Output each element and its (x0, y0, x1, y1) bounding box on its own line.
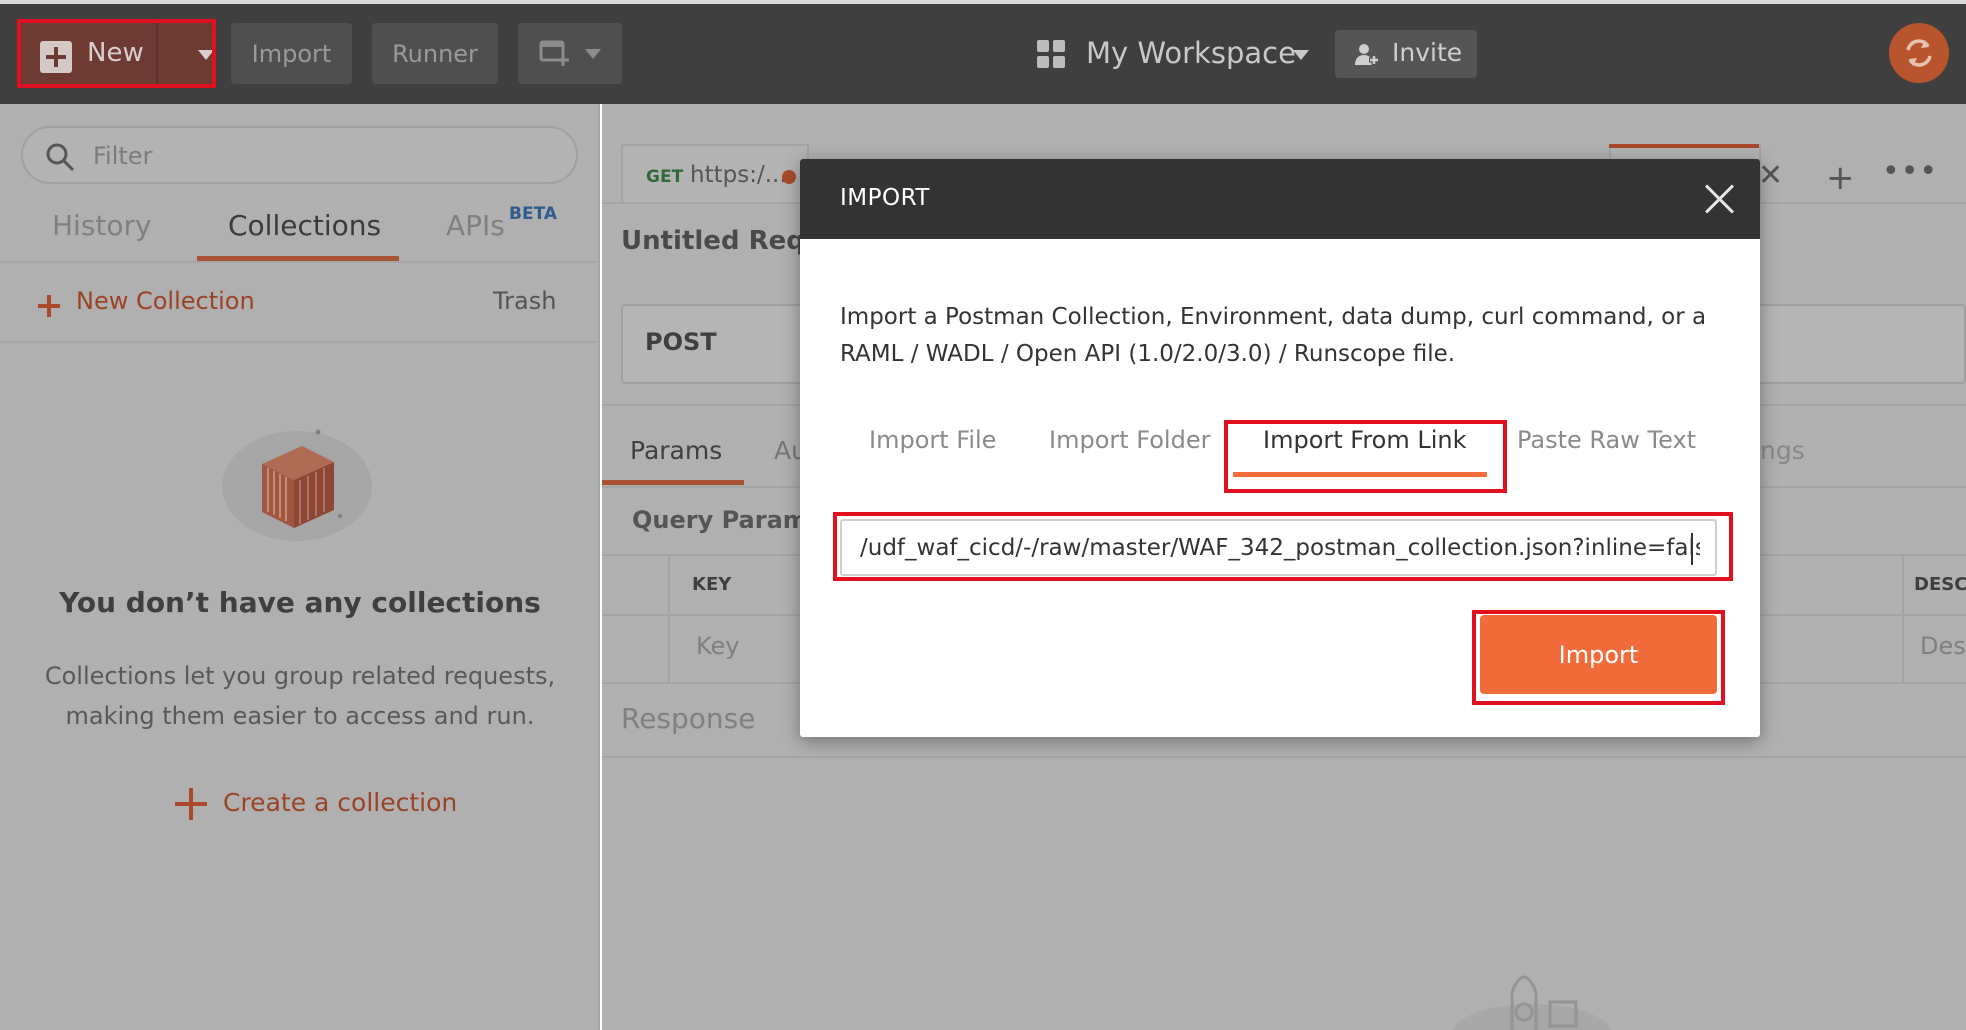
window-top-edge (0, 0, 1966, 4)
divider (0, 341, 600, 343)
dialog-header: IMPORT (800, 159, 1760, 239)
more-options-icon[interactable]: ••• (1882, 154, 1938, 189)
description-column-header: DESC (1914, 574, 1966, 595)
filter-input[interactable] (93, 138, 553, 174)
close-icon[interactable] (1703, 182, 1737, 216)
create-collection-label: Create a collection (223, 788, 458, 817)
table-border (668, 554, 670, 684)
import-button[interactable]: Import (231, 23, 352, 84)
plus-icon (38, 295, 60, 317)
new-window-icon (539, 40, 569, 66)
trash-button[interactable]: Trash (493, 287, 556, 315)
divider (0, 261, 600, 263)
add-tab-icon[interactable]: + (1826, 158, 1855, 198)
active-request-tab-indicator (1609, 144, 1759, 148)
tab-import-folder[interactable]: Import Folder (1049, 426, 1210, 454)
plus-icon (175, 788, 207, 820)
tab-apis[interactable]: APIs (446, 209, 505, 242)
divider (602, 756, 1966, 758)
highlight-url-field (833, 512, 1733, 581)
table-border (1902, 554, 1904, 684)
workspace-grid-icon (1037, 40, 1067, 70)
request-method-badge: GET (646, 167, 684, 187)
sync-button[interactable] (1889, 23, 1949, 83)
rocket-illustration (1452, 975, 1612, 1030)
top-header: New Import Runner My Workspace Invite (0, 0, 1966, 104)
filter-field[interactable] (21, 126, 578, 184)
key-input[interactable]: Key (696, 632, 740, 660)
workspace-selector[interactable]: My Workspace (1086, 36, 1296, 70)
dialog-title: IMPORT (840, 185, 930, 211)
close-tab-icon[interactable]: ✕ (1758, 158, 1783, 193)
dialog-description: Import a Postman Collection, Environment… (840, 304, 1707, 367)
key-column-header: KEY (692, 574, 732, 595)
add-user-icon (1355, 44, 1379, 65)
method-label: POST (645, 328, 717, 356)
params-tab-indicator (602, 480, 744, 485)
runner-button[interactable]: Runner (372, 23, 498, 84)
sync-icon (1906, 39, 1932, 67)
tab-import-file[interactable]: Import File (869, 426, 996, 454)
tab-params[interactable]: Params (630, 436, 722, 465)
empty-collections-illustration (222, 429, 372, 541)
beta-badge: BETA (509, 204, 558, 224)
chevron-down-icon (585, 48, 601, 59)
tab-collections[interactable]: Collections (228, 209, 381, 242)
request-tab-url: https:/... (690, 162, 787, 188)
highlight-new-button (17, 19, 216, 88)
tab-history[interactable]: History (52, 209, 152, 242)
query-params-label: Query Params (632, 506, 823, 534)
postman-app: New Import Runner My Workspace Invite Fi… (0, 0, 1966, 1030)
sidebar: History Collections APIs BETA New Collec… (0, 104, 600, 1030)
highlight-import-button (1472, 610, 1725, 705)
search-icon (46, 143, 75, 172)
new-collection-label: New Collection (76, 287, 255, 315)
invite-button[interactable]: Invite (1335, 30, 1477, 78)
description-input[interactable]: Desc (1920, 632, 1966, 660)
tab-paste-raw-text[interactable]: Paste Raw Text (1517, 426, 1696, 454)
empty-state-title: You don’t have any collections (59, 586, 541, 619)
empty-state-description: Collections let you group related reques… (44, 662, 556, 730)
unsaved-dot (782, 170, 796, 184)
response-label: Response (621, 702, 756, 735)
highlight-import-from-link-tab (1224, 420, 1507, 493)
invite-label: Invite (1392, 38, 1463, 67)
chevron-down-icon[interactable] (1293, 50, 1309, 60)
new-window-button[interactable] (518, 23, 622, 84)
tab-settings[interactable]: ngs (1760, 436, 1805, 465)
